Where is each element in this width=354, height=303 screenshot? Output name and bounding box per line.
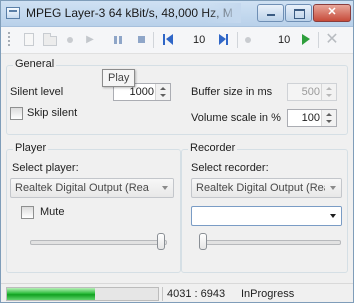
- skip-end-bar: [226, 34, 228, 45]
- toolbar-separator: [153, 32, 154, 48]
- toolbar-grip-icon[interactable]: [8, 32, 10, 48]
- spin-up-icon: [160, 87, 166, 90]
- buffer-size-spinner[interactable]: 500: [287, 83, 337, 101]
- stop-button[interactable]: [135, 31, 149, 49]
- buffer-size-value: 500: [301, 86, 320, 98]
- skip-to-start-button[interactable]: [161, 31, 175, 49]
- player-volume-slider-thumb[interactable]: [157, 233, 165, 250]
- app-icon: [6, 7, 20, 19]
- recorder-secondary-select[interactable]: [191, 206, 342, 226]
- general-legend: General: [13, 58, 57, 70]
- title-bar[interactable]: MPEG Layer-3 64 kBit/s, 48,000 Hz, M ✕: [1, 1, 353, 27]
- pause-icon-bar: [119, 36, 122, 44]
- select-player-label: Select player:: [12, 162, 79, 174]
- player-legend: Player: [13, 142, 49, 154]
- toolbar: ▶ 10 10 ✕: [1, 27, 353, 54]
- player-device-select[interactable]: Realtek Digital Output (Rea: [10, 178, 174, 198]
- skip-start-icon: [163, 34, 165, 45]
- spin-down-icon: [326, 94, 332, 97]
- stop-icon: [138, 36, 145, 43]
- chevron-down-icon: [325, 179, 341, 197]
- spin-up-icon: [326, 113, 332, 116]
- minimize-button[interactable]: [257, 4, 284, 22]
- recorder-level-slider-thumb[interactable]: [199, 233, 207, 250]
- play-button[interactable]: ▶: [83, 31, 97, 49]
- new-document-icon: [24, 33, 34, 46]
- close-button[interactable]: ✕: [313, 4, 351, 22]
- end-position-value[interactable]: 10: [278, 31, 290, 49]
- pause-button[interactable]: [111, 31, 125, 49]
- recorder-legend: Recorder: [188, 142, 238, 154]
- maximize-icon: [294, 9, 305, 19]
- silent-level-value: 1000: [129, 86, 154, 98]
- play-from-position-button[interactable]: [299, 31, 313, 49]
- record-icon: [67, 37, 73, 43]
- progress-bar-fill: [7, 288, 95, 300]
- volume-scale-spin-buttons[interactable]: [321, 110, 336, 126]
- new-file-button[interactable]: [21, 31, 37, 49]
- skip-start-arrow: [166, 34, 173, 45]
- buffer-size-label: Buffer size in ms: [191, 86, 273, 98]
- play-tooltip: Play: [102, 69, 136, 87]
- silent-level-spin-buttons[interactable]: [155, 84, 170, 100]
- start-position-value[interactable]: 10: [193, 31, 205, 49]
- close-icon: ✕: [327, 6, 337, 18]
- toolbar-separator: [318, 32, 319, 48]
- toolbar-separator: [237, 32, 238, 48]
- progress-bar: [6, 287, 159, 301]
- close-file-icon: ✕: [325, 31, 339, 48]
- recorder-level-slider-track[interactable]: [199, 240, 341, 245]
- volume-scale-value: 100: [301, 112, 320, 124]
- volume-scale-label: Volume scale in %: [191, 112, 281, 124]
- app-window: MPEG Layer-3 64 kBit/s, 48,000 Hz, M ✕ ▶: [0, 0, 354, 303]
- folder-icon: [43, 33, 57, 46]
- record-button[interactable]: [63, 31, 77, 49]
- title-fade: [206, 3, 241, 23]
- close-file-button[interactable]: ✕: [324, 31, 340, 49]
- spin-down-icon: [326, 120, 332, 123]
- open-file-button[interactable]: [41, 31, 59, 49]
- pause-icon: [114, 36, 117, 44]
- chevron-down-icon: [157, 179, 173, 197]
- spin-up-icon: [326, 87, 332, 90]
- recorder-device-select[interactable]: Realtek Digital Output (Rea: [191, 178, 342, 198]
- skip-to-end-button[interactable]: [217, 31, 231, 49]
- play-green-icon: [302, 34, 310, 45]
- status-separator: [162, 287, 163, 301]
- skip-end-icon: [219, 34, 226, 45]
- player-volume-slider-track[interactable]: [30, 240, 167, 245]
- player-device-value: Realtek Digital Output (Rea: [15, 182, 149, 194]
- recorder-device-value: Realtek Digital Output (Rea: [196, 182, 330, 194]
- select-recorder-label: Select recorder:: [191, 162, 269, 174]
- marker-button[interactable]: [241, 31, 255, 49]
- spin-down-icon: [160, 94, 166, 97]
- minimize-icon: [267, 14, 275, 16]
- status-state: InProgress: [241, 288, 295, 300]
- position-readout: 4031 : 6943: [167, 288, 226, 300]
- chevron-down-icon: [325, 207, 341, 225]
- marker-icon: [245, 37, 251, 43]
- buffer-size-spin-buttons[interactable]: [321, 84, 336, 100]
- silent-level-label: Silent level: [10, 86, 64, 98]
- skip-silent-checkbox[interactable]: [10, 107, 23, 120]
- volume-scale-spinner[interactable]: 100: [287, 109, 337, 127]
- skip-silent-label: Skip silent: [27, 107, 78, 119]
- play-icon: ▶: [86, 34, 94, 45]
- mute-checkbox[interactable]: [21, 206, 34, 219]
- maximize-button[interactable]: [285, 4, 312, 22]
- mute-label: Mute: [40, 206, 65, 218]
- status-bar: 4031 : 6943 InProgress: [1, 283, 353, 302]
- window-title: MPEG Layer-3 64 kBit/s, 48,000 Hz, M: [26, 6, 233, 20]
